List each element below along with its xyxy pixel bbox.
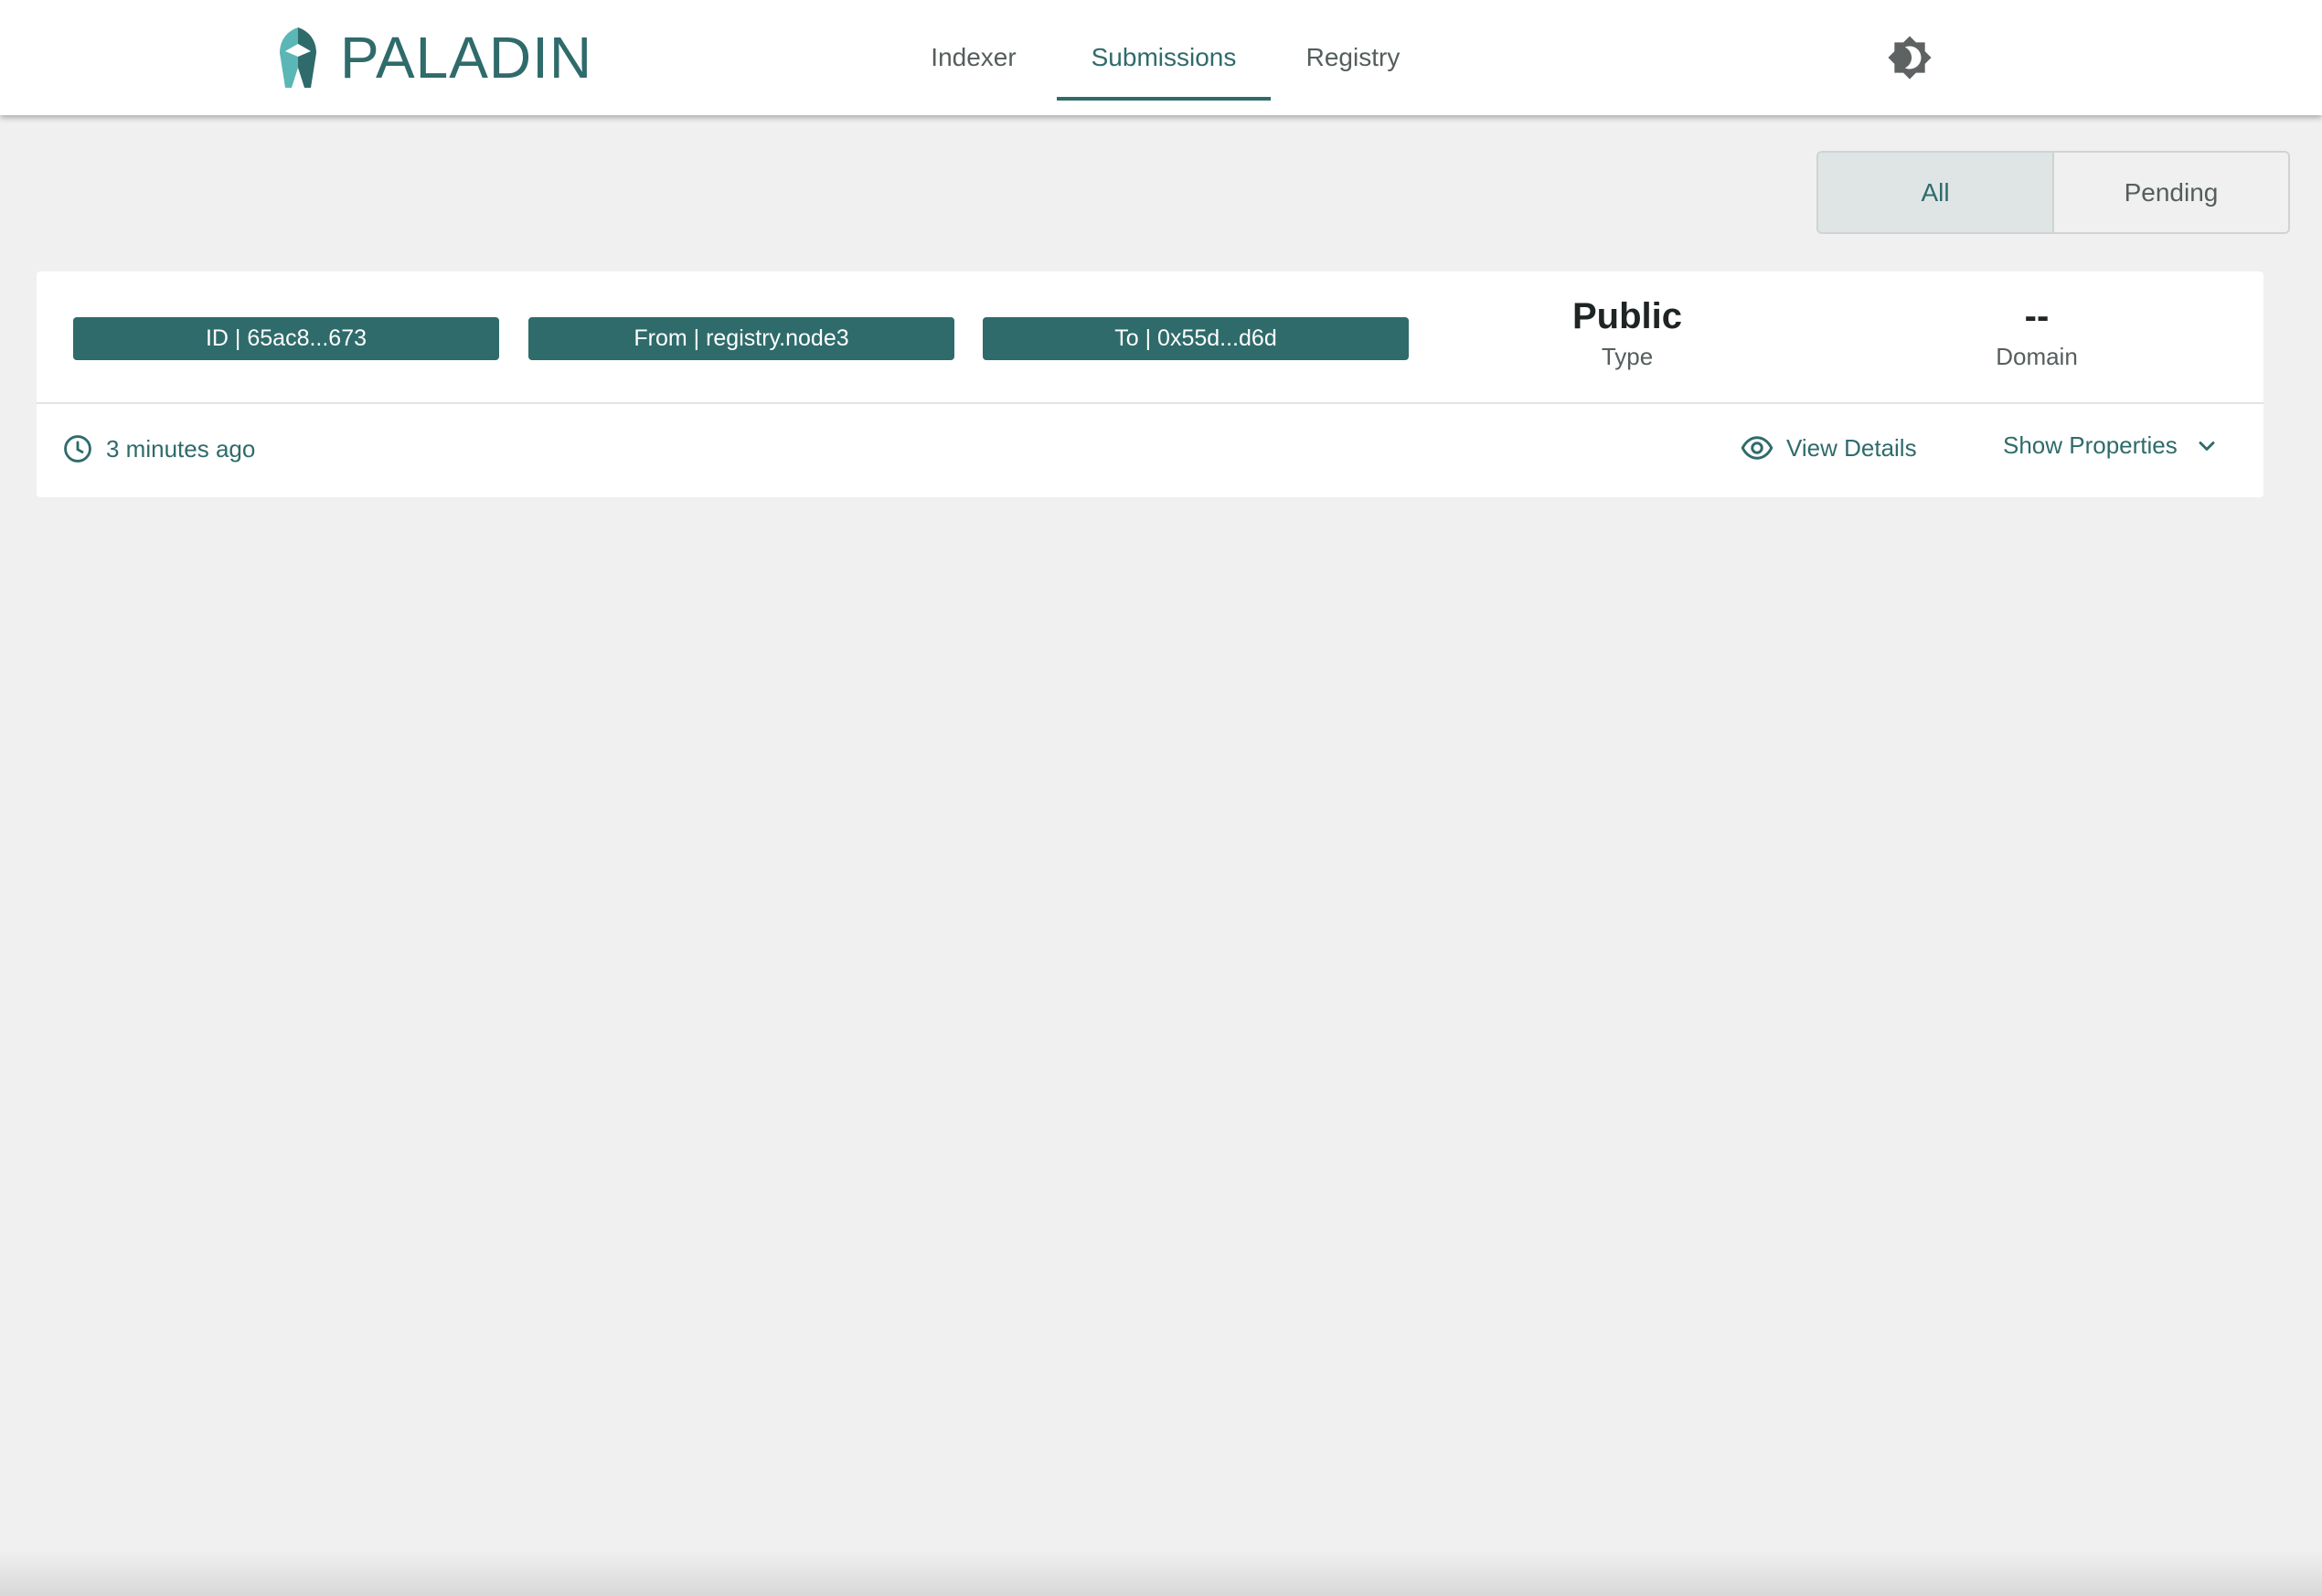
bottom-edge-shadow (0, 1550, 2322, 1596)
view-details-label: View Details (1786, 433, 1917, 462)
from-chip[interactable]: From | registry.node3 (528, 317, 954, 360)
tab-registry-label: Registry (1305, 43, 1401, 71)
show-properties-button[interactable]: Show Properties (2003, 431, 2220, 460)
top-app-bar: PALADIN Indexer Submissions Registry (0, 0, 2322, 115)
card-footer: 3 minutes ago View Details Show Properti… (37, 404, 2263, 497)
id-chip[interactable]: ID | 65ac8...673 (73, 317, 499, 360)
brightness-icon[interactable] (1887, 35, 1933, 80)
submission-filter-toggle: All Pending (1816, 151, 2290, 234)
view-details-button[interactable]: View Details (1741, 431, 1917, 464)
type-label: Type (1601, 343, 1654, 370)
clock-icon (64, 435, 91, 463)
tab-submissions-label: Submissions (1091, 43, 1237, 71)
tab-indexer-label: Indexer (931, 43, 1017, 71)
tab-indexer[interactable]: Indexer (914, 0, 1033, 115)
filter-pending-button[interactable]: Pending (2052, 153, 2288, 232)
filter-all-button[interactable]: All (1818, 153, 2052, 232)
paladin-logo[interactable]: PALADIN (276, 24, 592, 91)
eye-icon (1741, 436, 1773, 460)
type-stat: Public Type (1490, 292, 1764, 371)
domain-label: Domain (1996, 343, 2078, 370)
tab-submissions[interactable]: Submissions (1057, 0, 1271, 115)
tab-registry[interactable]: Registry (1289, 0, 1417, 115)
logo-text: PALADIN (340, 25, 593, 90)
to-chip[interactable]: To | 0x55d...d6d (983, 317, 1409, 360)
timestamp-text: 3 minutes ago (106, 434, 256, 463)
type-value: Public (1571, 296, 1683, 336)
submission-card: ID | 65ac8...673 From | registry.node3 T… (37, 271, 2263, 497)
active-tab-indicator (1057, 97, 1271, 101)
domain-stat: -- Domain (1900, 292, 2174, 371)
chevron-down-icon (2199, 441, 2215, 451)
paladin-logo-icon (280, 27, 316, 88)
show-properties-label: Show Properties (2003, 431, 2178, 459)
timestamp: 3 minutes ago (62, 433, 255, 464)
domain-value: -- (2024, 296, 2050, 336)
